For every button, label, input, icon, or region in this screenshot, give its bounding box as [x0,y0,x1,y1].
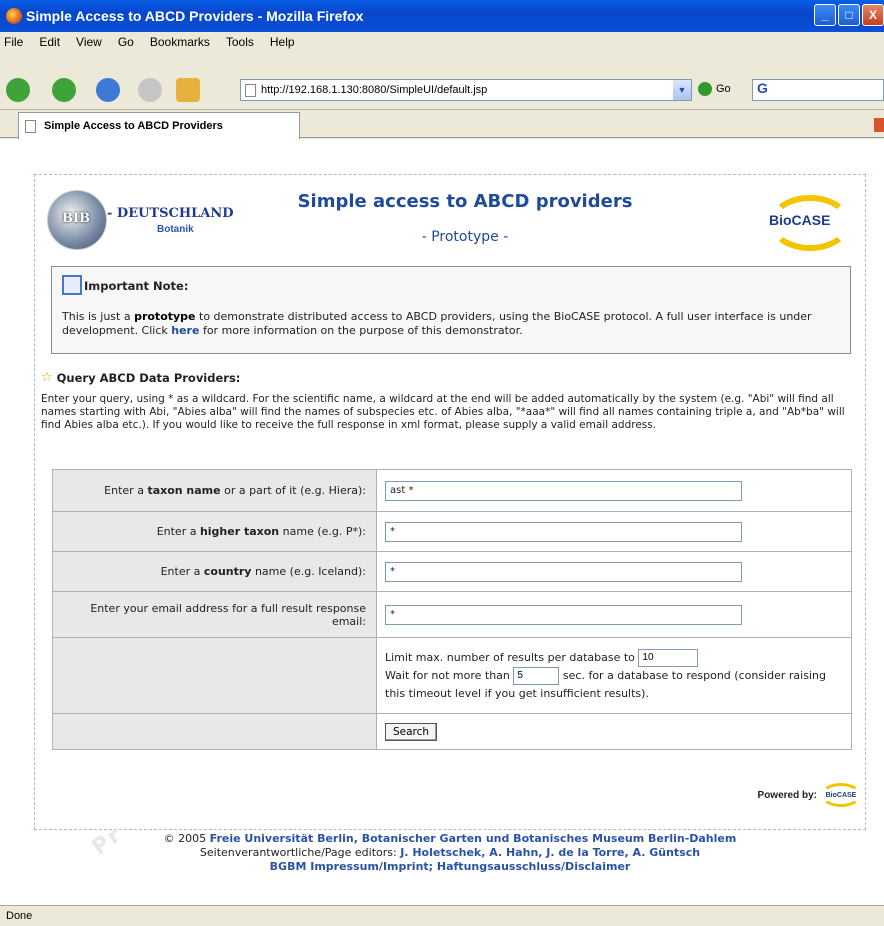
forward-icon[interactable] [52,78,76,102]
biocase-logo-text: BioCASE [769,212,831,228]
query-instructions: Enter your query, using * as a wildcard.… [41,393,845,431]
stop-icon[interactable] [138,78,162,102]
note-text: This is just a prototype to demonstrate … [62,310,842,338]
maximize-button[interactable]: □ [838,4,860,26]
menu-file[interactable]: File [4,35,23,49]
address-bar[interactable]: http://192.168.1.130:8080/SimpleUI/defau… [240,79,692,101]
note-heading: Important Note: [84,279,189,293]
note-icon [62,275,82,295]
menu-bookmarks[interactable]: Bookmarks [150,35,210,49]
note-bold: prototype [134,310,196,323]
browser-window: Simple Access to ABCD Providers - Mozill… [0,0,884,926]
address-text: http://192.168.1.130:8080/SimpleUI/defau… [261,84,488,96]
main-frame: BIB - DEUTSCHLAND Botanik Simple access … [34,174,866,830]
country-row: Enter a country name (e.g. Iceland): [52,551,852,592]
tab-label: Simple Access to ABCD Providers [44,120,223,132]
firefox-icon [6,8,22,24]
institution-link[interactable]: Freie Universität Berlin, Botanischer Ga… [210,832,737,845]
search-button[interactable]: Search [385,722,438,741]
page-icon [25,119,36,133]
biocase-small-logo[interactable]: BioCASE [821,783,861,807]
higher-taxon-input[interactable] [385,521,742,542]
imprint-link[interactable]: BGBM Impressum/Imprint; Haftungsausschlu… [270,860,631,873]
email-label: Enter your email address for a full resu… [52,591,377,638]
note-text-3: for more information on the purpose of t… [199,324,523,337]
navigation-toolbar: http://192.168.1.130:8080/SimpleUI/defau… [0,52,884,110]
limit-input[interactable] [638,648,699,667]
biocase-logo: BioCASE [765,193,857,253]
menu-view[interactable]: View [76,35,102,49]
star-icon: ☆ [41,370,53,385]
home-icon[interactable] [176,78,200,102]
logo-deutschland: - DEUTSCHLAND [107,206,234,221]
important-note: Important Note: This is just a prototype… [51,266,851,354]
page-subtitle: - Prototype - [421,229,509,245]
page-footer: © 2005 Freie Universität Berlin, Botanis… [163,832,737,873]
taxon-label: Enter a taxon name or a part of it (e.g.… [52,469,377,512]
menu-tools[interactable]: Tools [226,35,254,49]
higher-taxon-row: Enter a higher taxon name (e.g. P*): [52,511,852,552]
powered-by: Powered by: BioCASE [758,783,861,807]
higher-taxon-label: Enter a higher taxon name (e.g. P*): [52,511,377,552]
page-content: BIB - DEUTSCHLAND Botanik Simple access … [0,139,884,905]
timeout-input[interactable] [513,666,560,685]
status-bar: Done [0,905,884,926]
go-label: Go [716,83,731,95]
logo-botanik: Botanik [157,224,194,235]
taxon-input[interactable] [385,480,742,501]
query-form: Enter a taxon name or a part of it (e.g.… [52,469,852,750]
tab-current[interactable]: Simple Access to ABCD Providers [18,112,300,139]
options-row: Limit max. number of results per databas… [52,637,852,714]
back-icon[interactable] [6,78,30,102]
bib-logo-text: BIB [62,211,91,226]
query-heading: ☆ Query ABCD Data Providers: [41,370,240,385]
menu-bar: File Edit View Go Bookmarks Tools Help [0,32,884,52]
query-heading-text: Query ABCD Data Providers: [56,370,241,385]
country-input[interactable] [385,561,742,582]
email-row: Enter your email address for a full resu… [52,591,852,638]
reload-icon[interactable] [96,78,120,102]
menu-go[interactable]: Go [118,35,134,49]
more-info-link[interactable]: here [171,324,199,337]
country-label: Enter a country name (e.g. Iceland): [52,551,377,592]
close-tab-icon[interactable] [874,118,884,132]
powered-label: Powered by: [757,789,817,801]
tab-bar: Simple Access to ABCD Providers [0,110,884,139]
close-button[interactable]: X [862,4,884,26]
go-icon [698,82,712,96]
bib-logo: BIB - DEUTSCHLAND Botanik [47,190,255,252]
menu-help[interactable]: Help [270,35,295,49]
go-button[interactable]: Go [698,82,731,96]
search-box[interactable]: G [752,79,884,101]
menu-edit[interactable]: Edit [39,35,60,49]
wait-label: Wait for not more than [385,668,510,682]
window-title: Simple Access to ABCD Providers - Mozill… [26,8,364,24]
submit-row: Search [52,713,852,750]
email-input[interactable] [385,604,742,625]
title-bar[interactable]: Simple Access to ABCD Providers - Mozill… [0,0,884,32]
globe-icon: BIB [47,190,107,250]
chevron-down-icon[interactable]: ▼ [673,80,691,100]
minimize-button[interactable]: _ [814,4,836,26]
page-icon [245,84,256,97]
taxon-row: Enter a taxon name or a part of it (e.g.… [52,469,852,512]
page-title: Simple access to ABCD providers [297,191,633,212]
editors-link[interactable]: J. Holetschek, A. Hahn, J. de la Torre, … [400,846,700,859]
limit-label: Limit max. number of results per databas… [385,650,635,664]
note-text-1: This is just a [62,310,135,323]
